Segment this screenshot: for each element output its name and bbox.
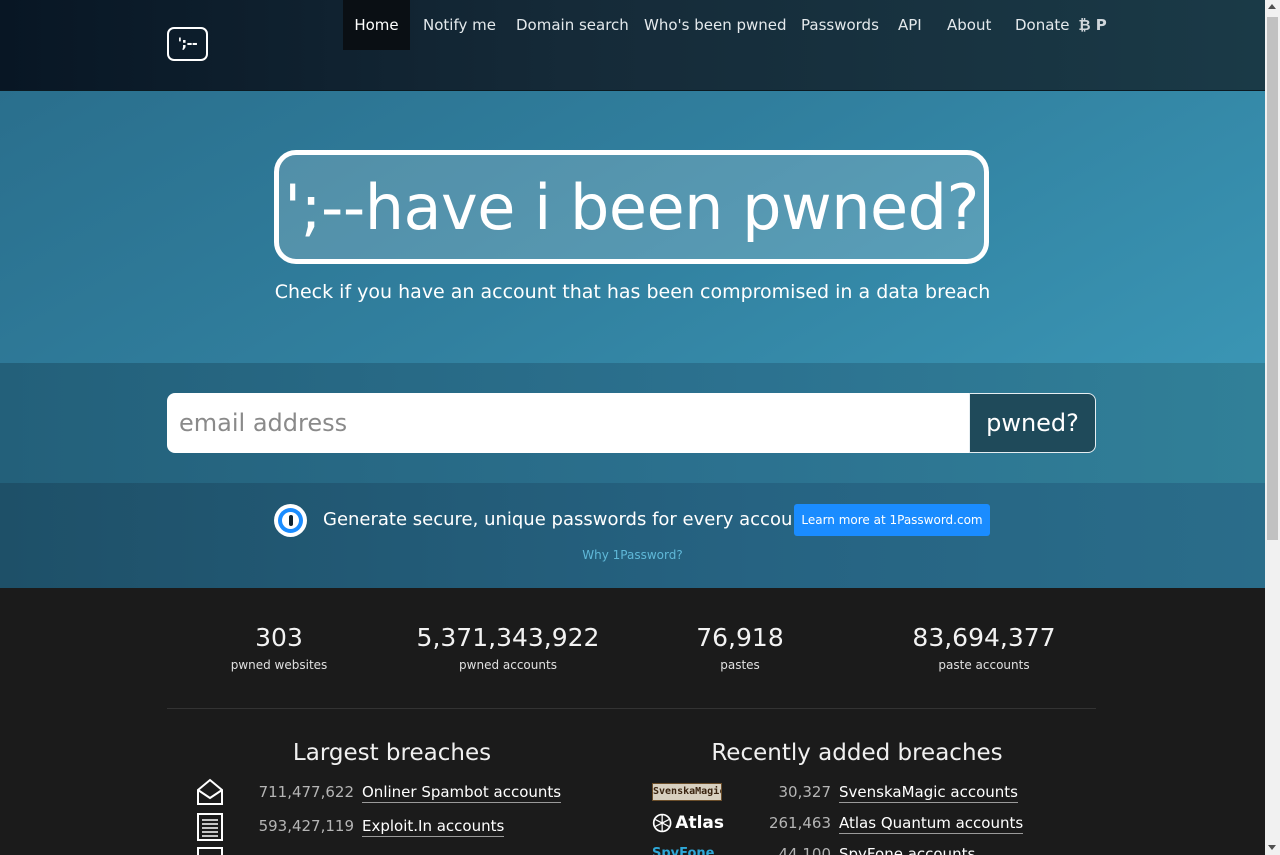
scroll-up-arrow-icon[interactable] <box>1268 4 1276 9</box>
onepassword-logo-icon <box>274 504 307 537</box>
recent-breaches-heading: Recently added breaches <box>711 740 1003 766</box>
hero-section: ';--have i been pwned? Check if you have… <box>0 91 1265 363</box>
nav-api[interactable]: API <box>898 0 922 50</box>
nav-passwords[interactable]: Passwords <box>801 0 879 50</box>
atlas-quantum-logo-icon: Atlas <box>652 811 724 835</box>
document-icon <box>197 847 223 855</box>
nav-donate[interactable]: Donate ₿ P <box>1015 0 1107 50</box>
stat-pwned-accounts: 5,371,343,922 pwned accounts <box>408 623 608 672</box>
stat-value: 76,918 <box>696 623 784 652</box>
stat-label: pastes <box>720 658 760 672</box>
promo-text: Generate secure, unique passwords for ev… <box>323 509 811 530</box>
email-search-input[interactable] <box>167 393 969 453</box>
password-manager-promo: Generate secure, unique passwords for ev… <box>0 483 1265 588</box>
site-logo[interactable]: ';-- <box>167 27 208 61</box>
nav-notify-me[interactable]: Notify me <box>423 0 496 50</box>
breach-count: 711,477,622 <box>258 783 354 801</box>
stat-value: 303 <box>255 623 303 652</box>
nav-home[interactable]: Home <box>343 0 410 50</box>
breach-link[interactable]: SvenskaMagic accounts <box>839 782 1018 803</box>
stat-label: pwned websites <box>230 658 328 672</box>
search-section: pwned? <box>0 363 1265 483</box>
breach-count: 593,427,119 <box>258 817 354 835</box>
breach-count: 261,463 <box>768 814 831 832</box>
breach-link[interactable]: Atlas Quantum accounts <box>839 813 1024 834</box>
breach-link[interactable]: SpyFone accounts <box>839 844 975 855</box>
nav-whos-been-pwned[interactable]: Who's been pwned <box>644 0 787 50</box>
stat-pastes: 76,918 pastes <box>670 623 810 672</box>
svenskamagic-logo-icon: SvenskaMagic <box>652 783 722 801</box>
navbar: ';-- Home Notify me Domain search Who's … <box>0 0 1265 91</box>
stat-label: paste accounts <box>938 658 1030 672</box>
nav-about[interactable]: About <box>947 0 991 50</box>
why-1password-link[interactable]: Why 1Password? <box>0 548 1265 562</box>
scroll-down-arrow-icon[interactable] <box>1268 845 1276 850</box>
stat-paste-accounts: 83,694,377 paste accounts <box>894 623 1074 672</box>
stat-value: 83,694,377 <box>912 623 1056 652</box>
breach-link[interactable]: Exploit.In accounts <box>362 816 505 837</box>
stat-pwned-websites: 303 pwned websites <box>200 623 358 672</box>
scrollbar-thumb[interactable] <box>1267 17 1278 540</box>
atlas-logo-text: Atlas <box>675 813 724 833</box>
learn-more-button[interactable]: Learn more at 1Password.com <box>794 504 990 536</box>
stats-section: 303 pwned websites 5,371,343,922 pwned a… <box>0 588 1265 855</box>
largest-breach-row: 593,427,119 Exploit.In accounts <box>0 812 640 841</box>
globe-icon <box>652 813 672 833</box>
recent-breach-row: SpyFone 44,100 SpyFone accounts <box>640 840 1260 855</box>
hero-title-box: ';--have i been pwned? <box>274 150 989 264</box>
breach-link[interactable]: Onliner Spambot accounts <box>362 782 562 803</box>
stat-label: pwned accounts <box>459 658 557 672</box>
largest-breach-row <box>0 846 640 855</box>
nav-donate-label: Donate <box>1015 16 1070 34</box>
hero-title: ';--have i been pwned? <box>284 170 979 244</box>
largest-breaches-heading: Largest breaches <box>292 740 492 766</box>
page-scrollbar[interactable] <box>1265 0 1280 855</box>
bitcoin-paypal-icon: ₿ P <box>1078 16 1107 34</box>
spyfone-logo-icon: SpyFone <box>652 846 715 855</box>
breach-count: 30,327 <box>778 783 832 801</box>
nav-domain-search[interactable]: Domain search <box>516 0 629 50</box>
stat-value: 5,371,343,922 <box>416 623 600 652</box>
breach-count: 44,100 <box>778 845 832 855</box>
envelope-icon <box>197 778 223 805</box>
hero-subtitle: Check if you have an account that has be… <box>274 281 991 303</box>
document-icon <box>197 813 223 841</box>
recent-breach-row: SvenskaMagic 30,327 SvenskaMagic account… <box>640 778 1260 806</box>
largest-breach-row: 711,477,622 Onliner Spambot accounts <box>0 778 640 806</box>
pwned-search-button[interactable]: pwned? <box>969 393 1096 453</box>
divider <box>167 708 1096 709</box>
recent-breach-row: Atlas 261,463 Atlas Quantum accounts <box>640 809 1260 837</box>
